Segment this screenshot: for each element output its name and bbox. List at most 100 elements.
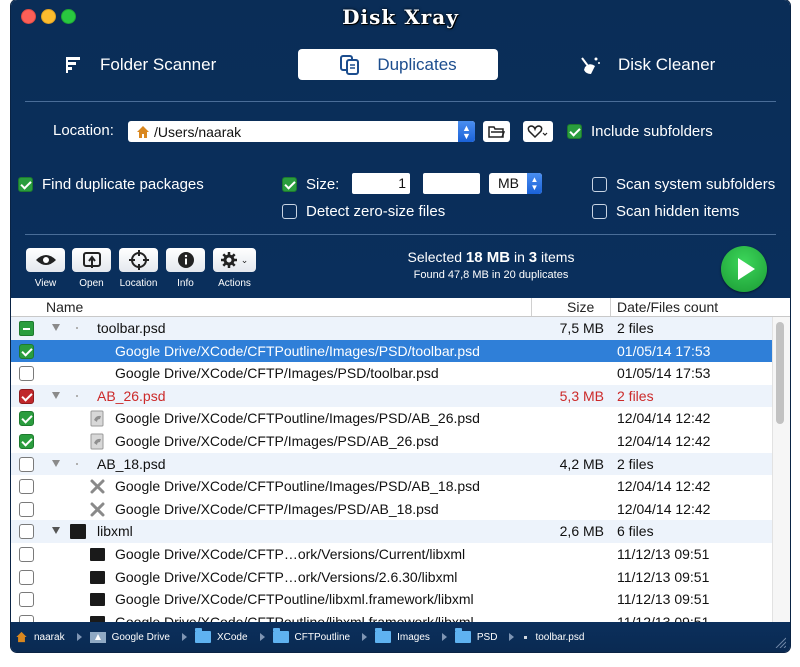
group-row[interactable]: toolbar.psd 7,5 MB 2 files	[11, 317, 772, 340]
row-checkbox[interactable]	[19, 343, 34, 359]
tab-duplicates-label: Duplicates	[377, 54, 457, 74]
row-checkbox[interactable]	[19, 547, 34, 562]
choose-folder-button[interactable]	[483, 121, 510, 142]
actions-menu-button[interactable]: ⌄	[213, 248, 256, 272]
file-date: 01/05/14 17:53	[617, 342, 711, 359]
detect-zero-size-checkbox[interactable]: Detect zero-size files	[282, 203, 445, 220]
scrollbar-thumb[interactable]	[776, 322, 784, 424]
view-button[interactable]	[26, 248, 65, 272]
find-duplicate-packages-checkbox[interactable]: Find duplicate packages	[18, 176, 204, 193]
tab-folder-scanner[interactable]: Folder Scanner	[64, 49, 216, 80]
path-item-label: Images	[397, 631, 430, 643]
size-min-input[interactable]: 1	[352, 173, 410, 194]
file-path: Google Drive/XCode/CFTP…ork/Versions/Cur…	[115, 546, 466, 562]
disclosure-triangle-icon[interactable]	[52, 527, 60, 535]
row-checkbox[interactable]	[19, 592, 34, 608]
tab-duplicates[interactable]: Duplicates	[298, 49, 498, 80]
size-max-input[interactable]	[423, 173, 480, 194]
table-row[interactable]: Google Drive/XCode/CFTPoutline/libxml.fr…	[11, 588, 772, 611]
table-row[interactable]: Google Drive/XCode/CFTPoutline/Images/PS…	[11, 339, 772, 363]
path-item-naarak[interactable]: naarak	[11, 631, 65, 643]
table-row[interactable]: Google Drive/XCode/CFTP/Images/PSD/AB_18…	[11, 498, 772, 521]
scan-system-subfolders-checkbox[interactable]: Scan system subfolders	[592, 176, 775, 193]
size-unit-dropdown-arrow[interactable]: ▲ ▼	[527, 173, 542, 194]
path-item-cftpoutline[interactable]: CFTPoutline	[269, 628, 350, 643]
group-size: 7,5 MB	[559, 320, 604, 336]
table-header: Name Size Date/Files count	[11, 298, 790, 317]
start-scan-button[interactable]	[721, 246, 767, 292]
size-unit-value: MB	[498, 175, 519, 191]
location-button[interactable]	[119, 248, 158, 272]
row-checkbox[interactable]	[19, 501, 34, 517]
broom-icon	[581, 56, 600, 74]
size-unit-select[interactable]: MB ▲ ▼	[489, 173, 542, 194]
terminal-icon	[90, 548, 105, 561]
file-date: 11/12/13 09:51	[617, 613, 710, 622]
scan-hidden-items-check[interactable]	[592, 204, 607, 219]
divider	[25, 234, 776, 235]
tab-folder-scanner-label: Folder Scanner	[100, 54, 217, 74]
path-item-psd[interactable]: PSD	[451, 628, 497, 643]
path-item-images[interactable]: Images	[371, 628, 430, 643]
include-subfolders-check[interactable]	[567, 124, 582, 139]
folder-icon	[454, 628, 471, 643]
path-item-xcode[interactable]: XCode	[191, 628, 248, 643]
gear-icon	[220, 252, 237, 268]
file-path: Google Drive/XCode/CFTPoutline/libxml.fr…	[115, 613, 474, 622]
column-name-header[interactable]: Name	[46, 299, 83, 315]
group-row[interactable]: libxml 2,6 MB 6 files	[11, 520, 772, 543]
file-path: Google Drive/XCode/CFTP…ork/Versions/2.6…	[115, 568, 458, 585]
location-dropdown-arrow[interactable]: ▲ ▼	[458, 121, 475, 142]
row-checkbox-red[interactable]	[19, 388, 34, 404]
path-item-google-drive[interactable]: Google Drive	[86, 631, 170, 643]
row-checkbox[interactable]	[19, 366, 34, 382]
tools-file-icon	[90, 502, 105, 517]
row-checkbox[interactable]	[19, 456, 34, 472]
column-size-header[interactable]: Size	[567, 299, 594, 315]
column-date-header[interactable]: Date/Files count	[617, 299, 718, 315]
table-row[interactable]: Google Drive/XCode/CFTP/Images/PSD/AB_26…	[11, 430, 772, 453]
table-row[interactable]: Google Drive/XCode/CFTP…ork/Versions/2.6…	[11, 566, 772, 589]
include-subfolders-checkbox[interactable]: Include subfolders	[567, 123, 713, 140]
table-row[interactable]: Google Drive/XCode/CFTPoutline/Images/PS…	[11, 407, 772, 430]
row-checkbox[interactable]	[19, 614, 34, 622]
info-button[interactable]	[166, 248, 205, 272]
table-row[interactable]: Google Drive/XCode/CFTP…ork/Versions/Cur…	[11, 543, 772, 566]
row-checkbox-partial[interactable]	[19, 321, 34, 336]
row-checkbox[interactable]	[19, 434, 34, 449]
location-path-select[interactable]: /Users/naarak ▲ ▼	[128, 121, 475, 142]
selection-line: Selected 18 MB in 3 items	[341, 249, 641, 266]
disclosure-triangle-icon[interactable]	[52, 324, 60, 331]
scan-hidden-items-checkbox[interactable]: Scan hidden items	[592, 203, 739, 220]
group-row[interactable]: AB_26.psd 5,3 MB 2 files	[11, 384, 772, 408]
group-row[interactable]: AB_18.psd 4,2 MB 2 files	[11, 452, 772, 476]
row-checkbox[interactable]	[19, 479, 34, 495]
path-item-toolbar-psd[interactable]: toolbar.psd	[518, 632, 584, 643]
favorites-button[interactable]	[523, 121, 553, 142]
size-filter-check[interactable]	[282, 177, 297, 192]
disclosure-triangle-icon[interactable]	[52, 391, 60, 399]
scan-system-subfolders-check[interactable]	[592, 177, 607, 192]
terminal-icon	[90, 615, 105, 622]
file-date: 12/04/14 12:42	[617, 500, 711, 517]
location-button-label: Location	[119, 278, 158, 289]
folder-icon	[194, 628, 211, 643]
row-checkbox[interactable]	[19, 524, 34, 540]
info-icon	[177, 252, 194, 268]
file-dot-icon	[76, 394, 78, 397]
file-path: Google Drive/XCode/CFTP/Images/PSD/AB_18…	[115, 500, 439, 517]
row-checkbox[interactable]	[19, 411, 34, 427]
detect-zero-size-check[interactable]	[282, 204, 297, 219]
size-filter-checkbox[interactable]: Size:	[282, 176, 339, 193]
table-row[interactable]: Google Drive/XCode/CFTP/Images/PSD/toolb…	[11, 362, 772, 385]
resize-grip-icon[interactable]	[774, 636, 786, 648]
open-button[interactable]	[72, 248, 111, 272]
disclosure-triangle-icon[interactable]	[52, 459, 60, 467]
title-bar: Disk Xray	[11, 0, 790, 34]
tab-disk-cleaner[interactable]: Disk Cleaner	[578, 49, 715, 80]
row-checkbox[interactable]	[19, 569, 34, 585]
table-row[interactable]: Google Drive/XCode/CFTPoutline/libxml.fr…	[11, 611, 772, 622]
psd-file-icon	[90, 410, 104, 427]
table-row[interactable]: Google Drive/XCode/CFTPoutline/Images/PS…	[11, 475, 772, 498]
find-duplicate-packages-check[interactable]	[18, 177, 33, 192]
